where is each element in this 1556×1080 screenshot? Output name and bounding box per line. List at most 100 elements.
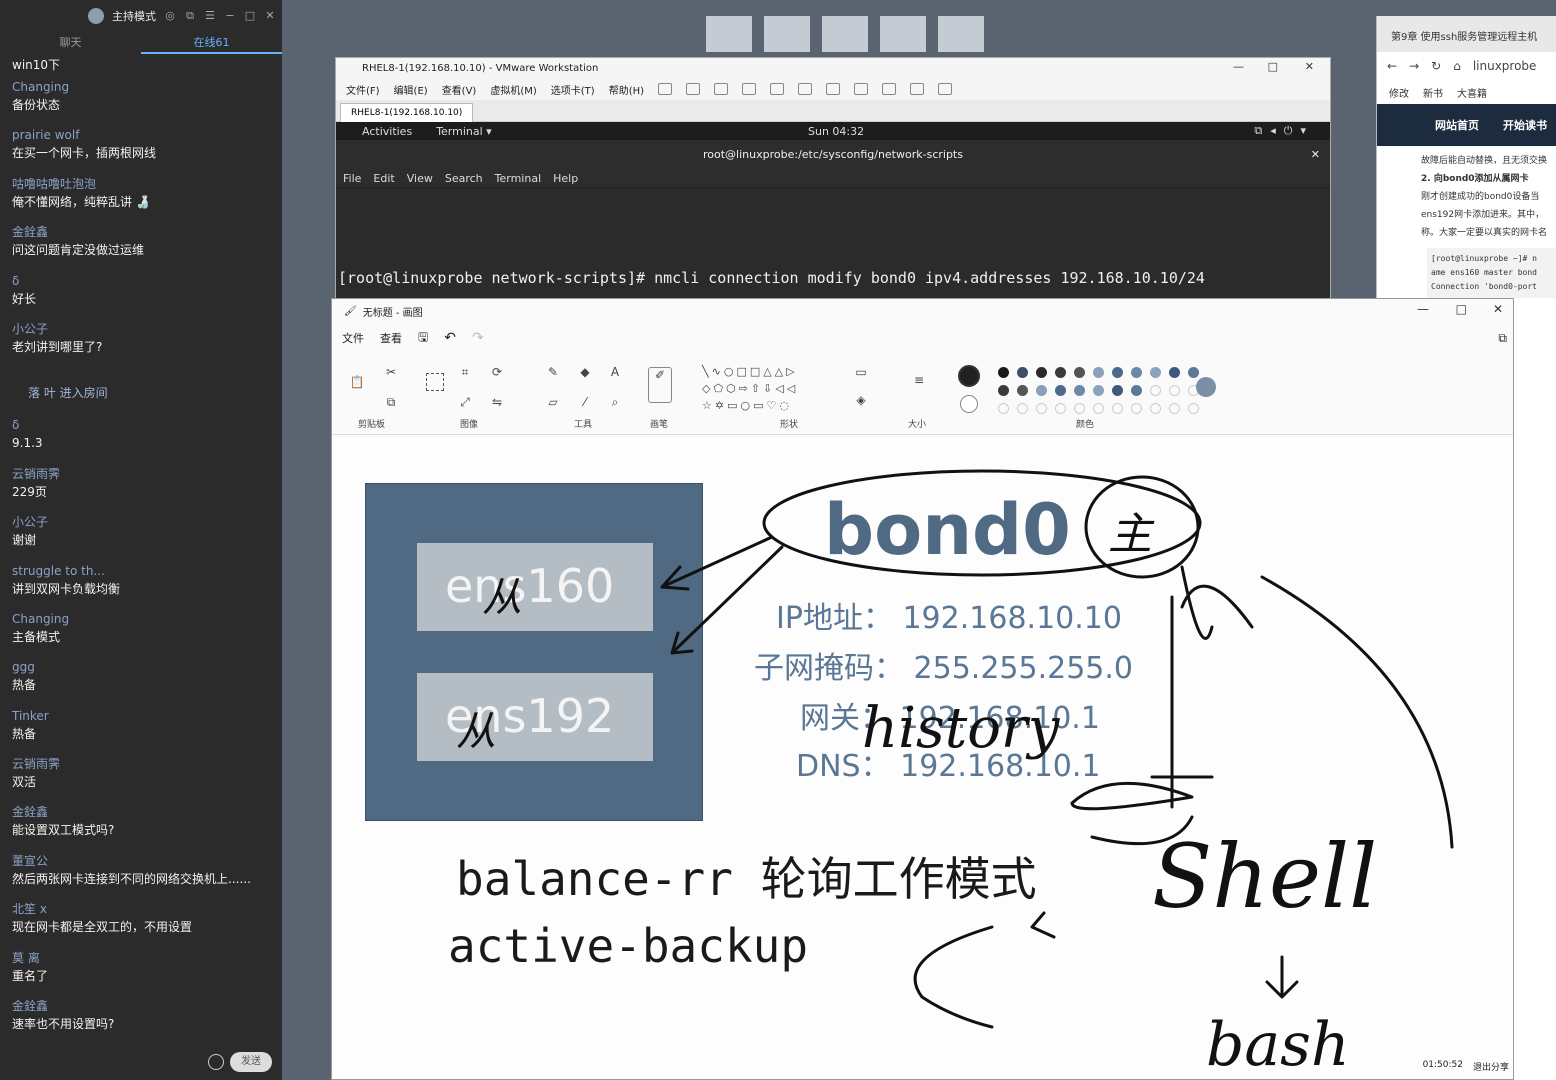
nav-read[interactable]: 开始读书	[1503, 117, 1547, 133]
vm-tab[interactable]: RHEL8-1(192.168.10.10)	[340, 103, 474, 123]
revert-snapshot-icon[interactable]	[742, 83, 757, 95]
send-keys-icon[interactable]	[686, 83, 701, 95]
menu-file[interactable]: 文件(F)	[346, 82, 380, 97]
message-author[interactable]: 北笙 ⅹ	[12, 900, 270, 918]
message-author[interactable]: 咕噜咕噜吐泡泡	[12, 175, 270, 193]
tab-chat[interactable]: 聊天	[0, 32, 141, 54]
message-author[interactable]: prairie wolf	[12, 126, 270, 144]
color-swatch[interactable]	[1188, 403, 1199, 414]
message-author[interactable]: 金銓鑫	[12, 223, 270, 241]
size-icon[interactable]: ≡	[908, 373, 930, 391]
close-icon[interactable]: ✕	[1305, 60, 1314, 73]
terminal-output[interactable]: [root@linuxprobe network-scripts]# nmcli…	[336, 188, 1330, 306]
menu-tabs[interactable]: 选项卡(T)	[551, 82, 595, 97]
message-author[interactable]: δ	[12, 416, 270, 434]
shapes-gallery-icon[interactable]: ╲∿○□□△△▷ ◇⬠⬡⇨⇧⇩◁◁ ☆✡▭○▭♡◌	[702, 363, 828, 413]
exit-share-button[interactable]: 退出分享	[1473, 1060, 1509, 1073]
url-bar[interactable]: linuxprobe	[1473, 59, 1537, 73]
send-button[interactable]: 发送	[230, 1052, 272, 1072]
message-author[interactable]: ggg	[12, 658, 270, 676]
activities-button[interactable]: Activities	[362, 125, 412, 138]
close-icon[interactable]: ✕	[1311, 140, 1320, 170]
desktop-shortcut[interactable]	[938, 16, 984, 52]
color-swatch[interactable]	[1093, 385, 1104, 396]
message-author[interactable]: 小公子	[12, 320, 270, 338]
stretch-icon[interactable]	[938, 83, 953, 95]
menu-vm[interactable]: 虚拟机(M)	[490, 82, 536, 97]
brush-icon[interactable]: ✐	[648, 367, 672, 403]
color-swatch[interactable]	[1017, 403, 1028, 414]
color-swatch[interactable]	[998, 367, 1009, 378]
color-swatch[interactable]	[1074, 403, 1085, 414]
resize-icon[interactable]: ⤢	[458, 395, 472, 409]
fullscreen-icon[interactable]	[854, 83, 869, 95]
term-menu-terminal[interactable]: Terminal	[495, 172, 542, 185]
bookmark-item[interactable]: 新书	[1423, 85, 1443, 100]
maximize-icon[interactable]: □	[244, 10, 256, 22]
menu-help[interactable]: 帮助(H)	[609, 82, 644, 97]
color-swatch[interactable]	[1055, 367, 1066, 378]
message-author[interactable]: Changing	[12, 610, 270, 628]
color-swatch[interactable]	[1131, 385, 1142, 396]
color-swatch[interactable]	[1131, 403, 1142, 414]
menu-view[interactable]: 查看(V)	[442, 82, 477, 97]
color-swatch[interactable]	[1169, 367, 1180, 378]
term-menu-file[interactable]: File	[343, 172, 361, 185]
back-icon[interactable]: ←	[1387, 59, 1397, 73]
fill-shape-icon[interactable]: ◈	[854, 393, 868, 407]
snapshot-icon[interactable]	[714, 83, 729, 95]
share-icon[interactable]: ⧉	[1498, 331, 1507, 346]
cut-icon[interactable]: ✂	[384, 365, 398, 379]
system-status-icons[interactable]: ⧉◂⏻▾	[1254, 124, 1314, 138]
minimize-icon[interactable]: —	[1233, 60, 1244, 73]
paint-menu-view[interactable]: 查看	[380, 330, 402, 346]
color-swatch[interactable]	[1074, 385, 1085, 396]
message-author[interactable]: Tinker	[12, 707, 270, 725]
color-picker-icon[interactable]: ⁄	[578, 395, 592, 409]
nav-home[interactable]: 网站首页	[1435, 117, 1479, 133]
terminal-app-menu[interactable]: Terminal ▾	[436, 125, 492, 138]
text-icon[interactable]: A	[608, 365, 622, 379]
crop-icon[interactable]: ⌗	[458, 365, 472, 379]
message-author[interactable]: 董宣公	[12, 852, 270, 870]
save-icon[interactable]: 🖫	[418, 328, 428, 349]
message-author[interactable]: Changing	[12, 78, 270, 96]
color-swatch[interactable]	[1055, 403, 1066, 414]
maximize-icon[interactable]: □	[1456, 302, 1467, 316]
emoji-icon[interactable]	[208, 1054, 224, 1070]
color-swatch[interactable]	[1093, 403, 1104, 414]
desktop-shortcut[interactable]	[764, 16, 810, 52]
color2-icon[interactable]	[960, 395, 978, 413]
color-swatch[interactable]	[1112, 367, 1123, 378]
color-swatch[interactable]	[1036, 385, 1047, 396]
reload-icon[interactable]: ↻	[1431, 59, 1441, 73]
bookmark-item[interactable]: 大喜籍	[1457, 85, 1487, 100]
message-author[interactable]: 金銓鑫	[12, 997, 270, 1015]
term-menu-view[interactable]: View	[407, 172, 433, 185]
close-icon[interactable]: ✕	[1493, 302, 1503, 316]
undo-icon[interactable]: ↶	[444, 330, 456, 346]
pause-icon[interactable]	[658, 83, 673, 95]
maximize-icon[interactable]: □	[1268, 60, 1278, 73]
menu-edit[interactable]: 编辑(E)	[394, 82, 428, 97]
color-swatch[interactable]	[1074, 367, 1085, 378]
eraser-icon[interactable]: ▱	[546, 395, 560, 409]
pencil-icon[interactable]: ✎	[546, 365, 560, 379]
color1-icon[interactable]	[958, 365, 980, 387]
gnome-clock[interactable]: Sun 04:32	[808, 125, 864, 138]
fill-icon[interactable]: ◆	[578, 365, 592, 379]
minimize-icon[interactable]: −	[224, 10, 236, 22]
color-swatch[interactable]	[1150, 367, 1161, 378]
desktop-shortcut[interactable]	[822, 16, 868, 52]
tab-online[interactable]: 在线61	[141, 32, 282, 54]
color-swatch[interactable]	[1169, 403, 1180, 414]
term-menu-search[interactable]: Search	[445, 172, 483, 185]
close-icon[interactable]: ✕	[264, 10, 276, 22]
color-swatch[interactable]	[1093, 367, 1104, 378]
library-icon[interactable]	[798, 83, 813, 95]
home-icon[interactable]: ⌂	[1453, 59, 1461, 73]
color-swatch[interactable]	[1188, 367, 1199, 378]
paste-icon[interactable]: 📋	[348, 375, 366, 395]
settings-icon[interactable]: ◎	[164, 10, 176, 22]
color-swatch[interactable]	[1131, 367, 1142, 378]
